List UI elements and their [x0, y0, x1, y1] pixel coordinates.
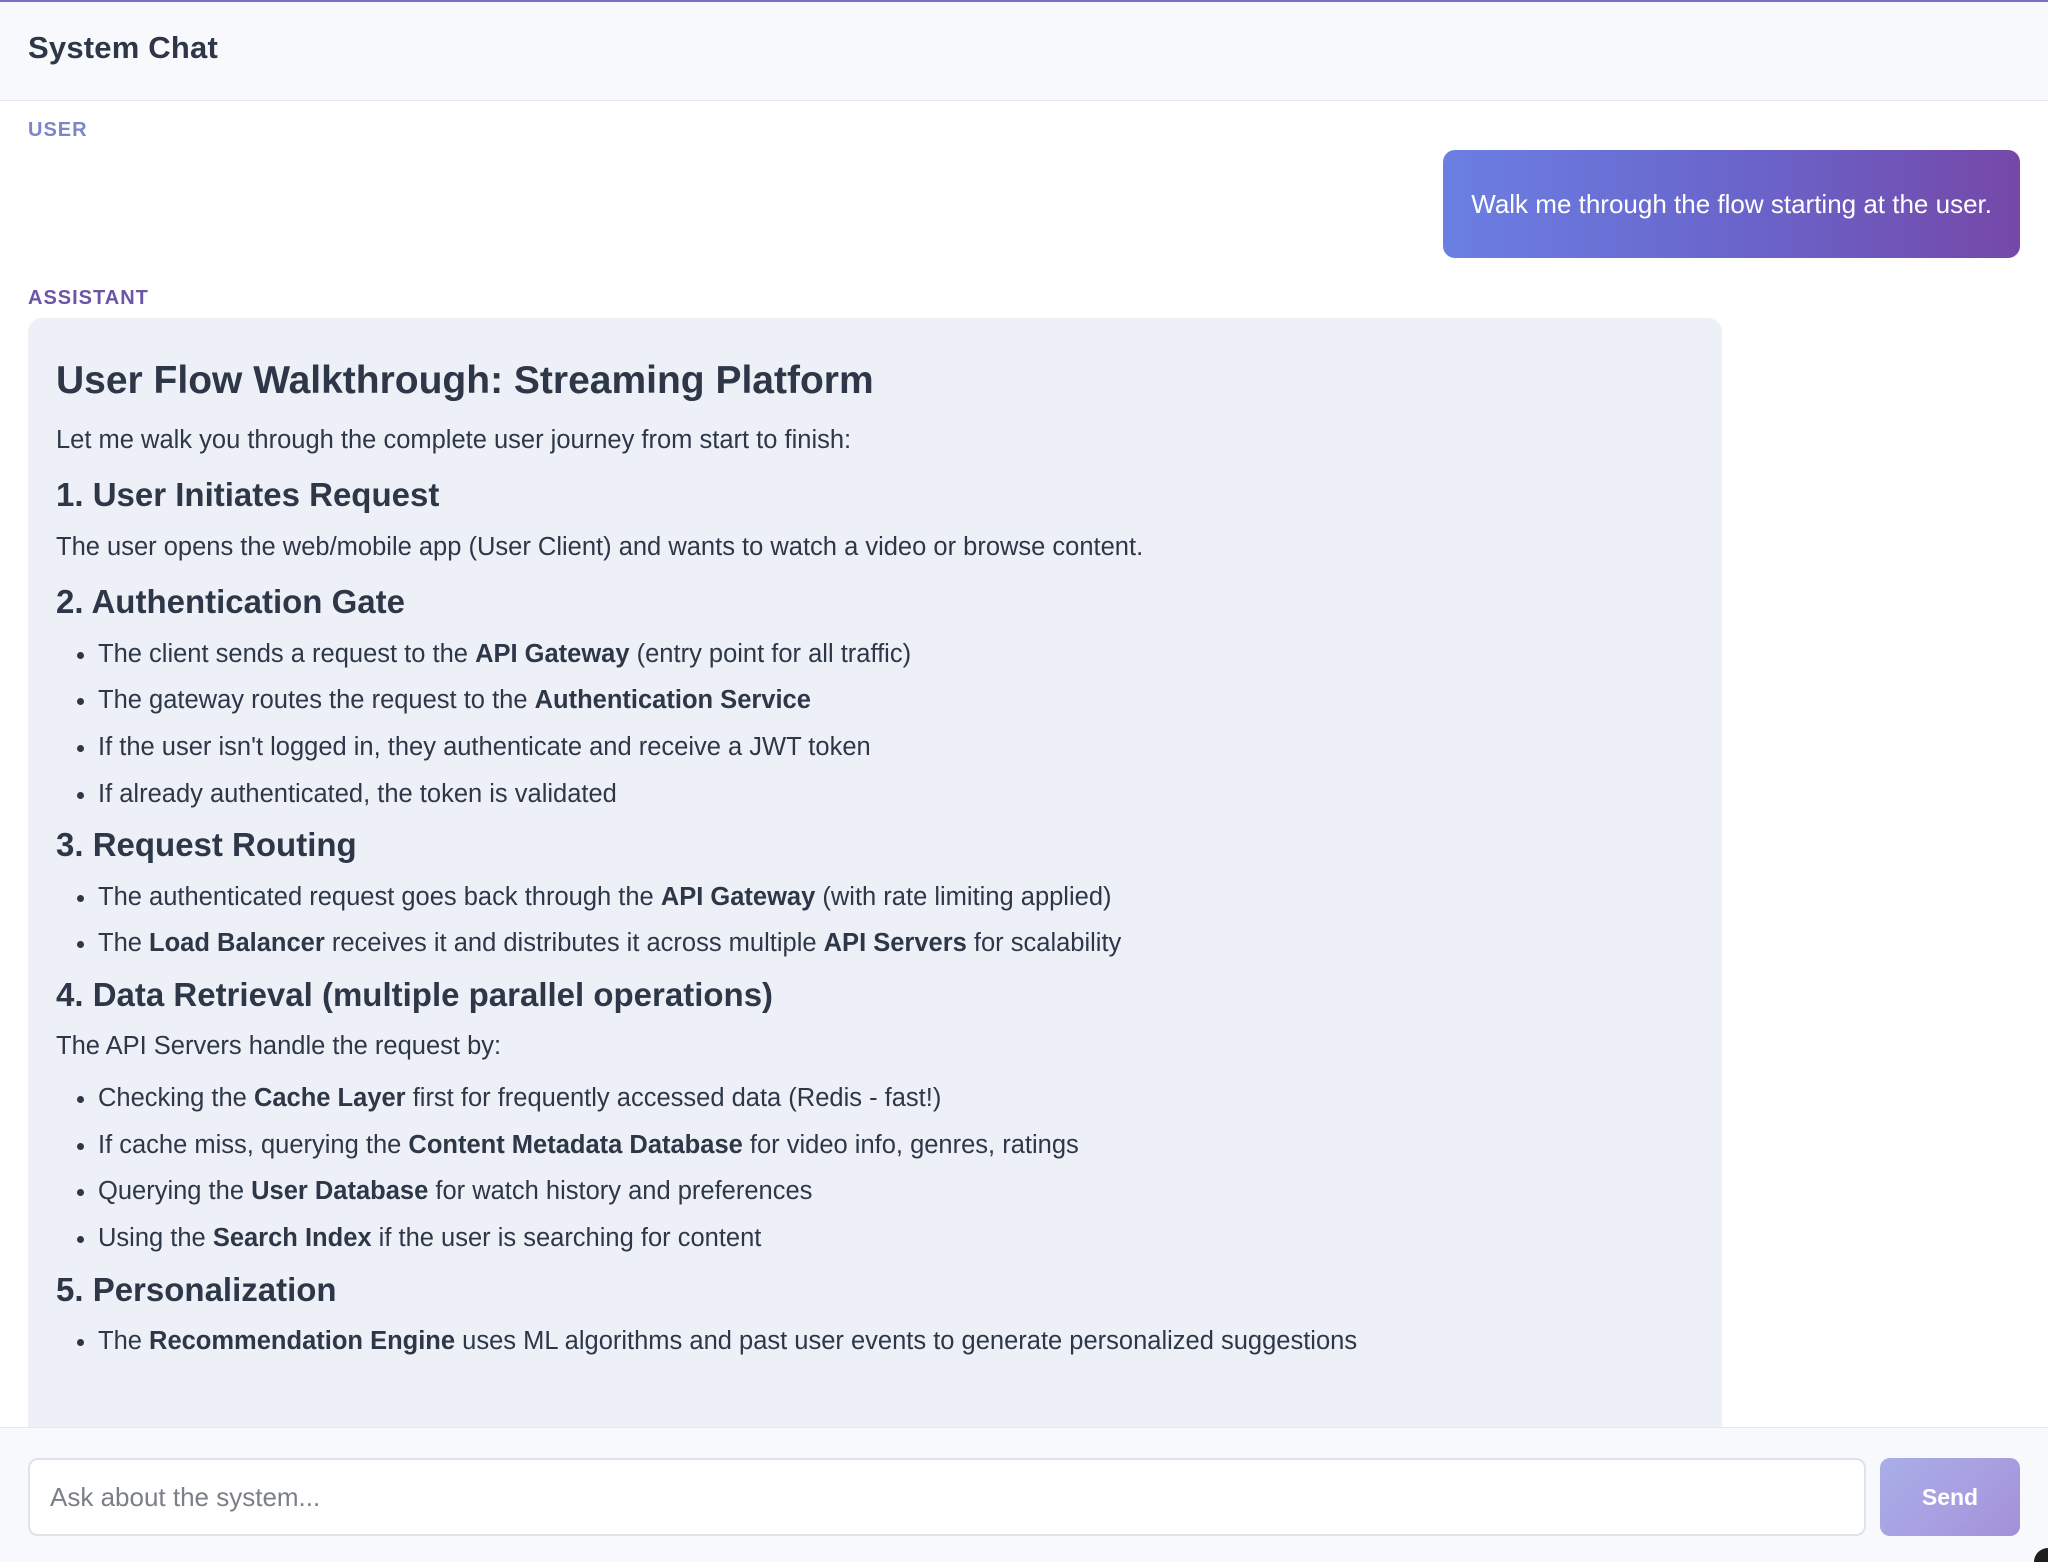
section-paragraph: The user opens the web/mobile app (User … — [56, 532, 1144, 561]
section-heading: 3. Request Routing — [56, 826, 357, 864]
assistant-message-bubble: User Flow Walkthrough: Streaming Platfor… — [28, 318, 1722, 1427]
assistant-role-label: ASSISTANT — [28, 287, 149, 309]
app-header: System Chat — [0, 2, 2048, 101]
list-item: Using the Search Index if the user is se… — [98, 1221, 1694, 1257]
message-title: User Flow Walkthrough: Streaming Platfor… — [56, 359, 874, 402]
user-message-bubble: Walk me through the flow starting at the… — [1443, 150, 2020, 258]
section-list: The Recommendation Engine uses ML algori… — [56, 1324, 1694, 1360]
list-item: If already authenticated, the token is v… — [98, 777, 1694, 813]
section-paragraph: The API Servers handle the request by: — [56, 1032, 502, 1061]
list-item: If the user isn't logged in, they authen… — [98, 730, 1694, 766]
section-list: Checking the Cache Layer first for frequ… — [56, 1081, 1694, 1257]
list-item: The authenticated request goes back thro… — [98, 880, 1694, 916]
message-list[interactable]: USER Walk me through the flow starting a… — [0, 101, 2048, 1427]
page-title: System Chat — [28, 30, 218, 65]
section-heading: 4. Data Retrieval (multiple parallel ope… — [56, 976, 774, 1014]
list-item: If cache miss, querying the Content Meta… — [98, 1128, 1694, 1164]
user-message-text: Walk me through the flow starting at the… — [1471, 188, 1992, 219]
chat-input[interactable] — [28, 1458, 1866, 1536]
user-role-label: USER — [28, 119, 88, 141]
send-button[interactable]: Send — [1880, 1458, 2020, 1536]
list-item: The gateway routes the request to the Au… — [98, 683, 1694, 719]
section-heading: 2. Authentication Gate — [56, 583, 405, 621]
composer-bar: Send — [0, 1427, 2048, 1562]
section-heading: 5. Personalization — [56, 1270, 337, 1308]
list-item: Checking the Cache Layer first for frequ… — [98, 1081, 1694, 1117]
section-heading: 1. User Initiates Request — [56, 476, 440, 514]
list-item: The client sends a request to the API Ga… — [98, 637, 1694, 673]
list-item: Querying the User Database for watch his… — [98, 1174, 1694, 1210]
section-list: The client sends a request to the API Ga… — [56, 637, 1694, 813]
message-intro: Let me walk you through the complete use… — [56, 425, 852, 454]
chat-app: System Chat USER Walk me through the flo… — [0, 0, 2048, 1562]
list-item: The Load Balancer receives it and distri… — [98, 926, 1694, 962]
section-list: The authenticated request goes back thro… — [56, 880, 1694, 962]
list-item: The Recommendation Engine uses ML algori… — [98, 1324, 1694, 1360]
